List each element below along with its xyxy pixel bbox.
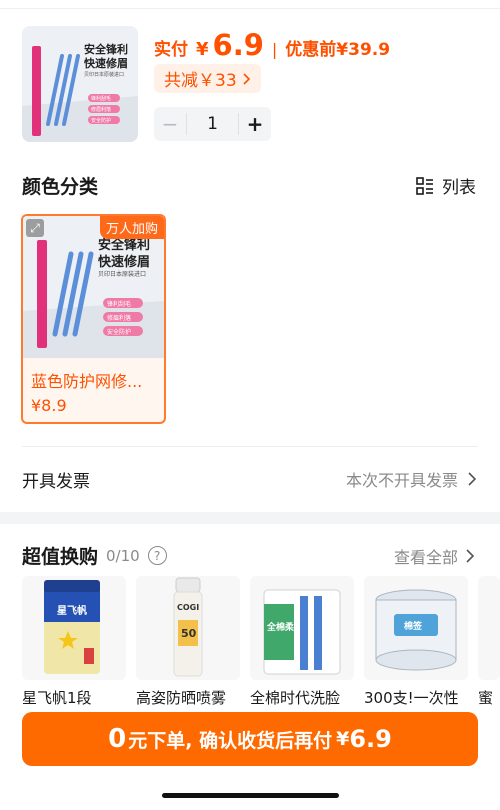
product-image: 全棉柔巾 <box>250 576 354 680</box>
paid-price: 6.9 <box>212 28 264 62</box>
exchange-header: 超值换购 0/10 ? <box>22 542 167 569</box>
cta-amount: 6.9 <box>349 725 392 753</box>
home-indicator <box>162 793 339 798</box>
product-thumbnail[interactable]: 安全锋利 快速修眉 贝印日本原装进口 锋利刮毛 修眉利落 安全防护 <box>22 26 138 142</box>
section-divider <box>22 446 478 447</box>
price-separator: | <box>271 40 278 59</box>
product-name: 高姿防晒喷雾 <box>136 689 227 707</box>
product-image <box>478 576 500 680</box>
product-brand: 棉签 <box>404 620 423 632</box>
help-icon[interactable]: ? <box>147 546 167 565</box>
quantity-stepper: − 1 + <box>154 107 271 141</box>
product-image: COGI 50 <box>136 576 240 680</box>
chevron-right-icon <box>466 549 474 563</box>
place-order-button[interactable]: 0 元下单, 确认收货后再付 ¥ 6.9 <box>22 712 478 766</box>
saving-badge[interactable]: 共减￥33 <box>154 64 261 93</box>
variant-line-2: 快速修眉 <box>98 254 150 270</box>
top-divider <box>0 8 500 9</box>
cta-text: 元下单, 确认收货后再付 <box>128 729 333 752</box>
product-name: 全棉时代洗脸 <box>250 689 341 707</box>
exchange-product[interactable]: 蜜 <box>478 576 500 708</box>
list-view-label: 列表 <box>442 178 476 198</box>
view-all-label: 查看全部 <box>393 548 458 567</box>
variant-name: 蓝色防护网修... <box>31 372 143 391</box>
thumb-pill-3: 安全防护 <box>91 117 111 124</box>
thumb-pill-2: 修眉利落 <box>91 106 111 113</box>
product-name: 300支!一次性 <box>364 689 459 707</box>
currency-symbol: ¥ <box>196 39 209 60</box>
invoice-value: 本次不开具发票 <box>345 471 458 490</box>
thumb-line-2: 快速修眉 <box>83 56 128 70</box>
exchange-count: 0/10 <box>106 546 140 565</box>
product-brand: 星飞帆 <box>57 604 87 617</box>
cta-currency: ¥ <box>336 728 350 750</box>
paid-label: 实付 <box>154 40 188 60</box>
chevron-right-icon <box>468 472 476 486</box>
product-image: 棉签 <box>364 576 468 680</box>
exchange-product[interactable]: COGI 50 高姿防晒喷雾 <box>136 576 240 708</box>
exchange-title: 超值换购 <box>22 546 99 568</box>
section-separator <box>0 512 500 524</box>
variant-line-1: 安全锋利 <box>98 237 150 253</box>
svg-text:50: 50 <box>181 627 197 640</box>
variant-pill-2: 修眉利落 <box>107 314 131 322</box>
variant-pill-1: 锋利刮毛 <box>107 300 131 308</box>
variant-line-3: 贝印日本原装进口 <box>98 270 146 278</box>
decrease-button[interactable]: − <box>154 112 186 136</box>
exchange-product[interactable]: 棉签 300支!一次性 <box>364 576 468 708</box>
list-view-icon <box>416 176 433 195</box>
variant-pill-3: 安全防护 <box>107 328 131 336</box>
thumb-line-1: 安全锋利 <box>84 42 128 56</box>
price-row: 实付 ¥ 6.9 | 优惠前¥39.9 <box>154 28 390 62</box>
thumb-pill-1: 锋利刮毛 <box>91 95 111 102</box>
quantity-value[interactable]: 1 <box>186 113 239 135</box>
exchange-product[interactable]: 全棉柔巾 全棉时代洗脸 <box>250 576 354 708</box>
list-view-toggle[interactable]: 列表 <box>416 173 476 198</box>
product-brand: 全棉柔巾 <box>266 621 303 633</box>
saving-text: 共减￥33 <box>164 71 237 91</box>
original-price: 优惠前¥39.9 <box>285 40 391 60</box>
color-section-title: 颜色分类 <box>22 176 99 198</box>
variant-price: ¥8.9 <box>31 396 67 415</box>
invoice-label: 开具发票 <box>22 472 90 492</box>
thumb-line-3: 贝印日本原装进口 <box>84 71 124 78</box>
cta-zero: 0 <box>108 724 127 754</box>
view-all-link[interactable]: 查看全部 <box>394 544 474 568</box>
increase-button[interactable]: + <box>239 112 271 136</box>
zoom-icon[interactable]: ⤢ <box>26 219 44 237</box>
product-image: 星飞帆 <box>22 576 126 680</box>
invoice-selector[interactable]: 本次不开具发票 <box>346 467 476 491</box>
product-image: 安全锋利 快速修眉 贝印日本原装进口 锋利刮毛 修眉利落 安全防护 <box>22 26 138 142</box>
product-name: 蜜 <box>478 689 494 707</box>
product-name: 星飞帆1段 <box>22 689 92 707</box>
variant-card[interactable]: 安全锋利 快速修眉 贝印日本原装进口 锋利刮毛 修眉利落 安全防护 ⤢ 万人加购… <box>21 214 166 424</box>
popular-badge: 万人加购 <box>99 216 164 239</box>
chevron-right-icon <box>243 72 250 85</box>
exchange-product[interactable]: 星飞帆 星飞帆1段 <box>22 576 126 708</box>
product-brand: COGI <box>177 603 199 612</box>
